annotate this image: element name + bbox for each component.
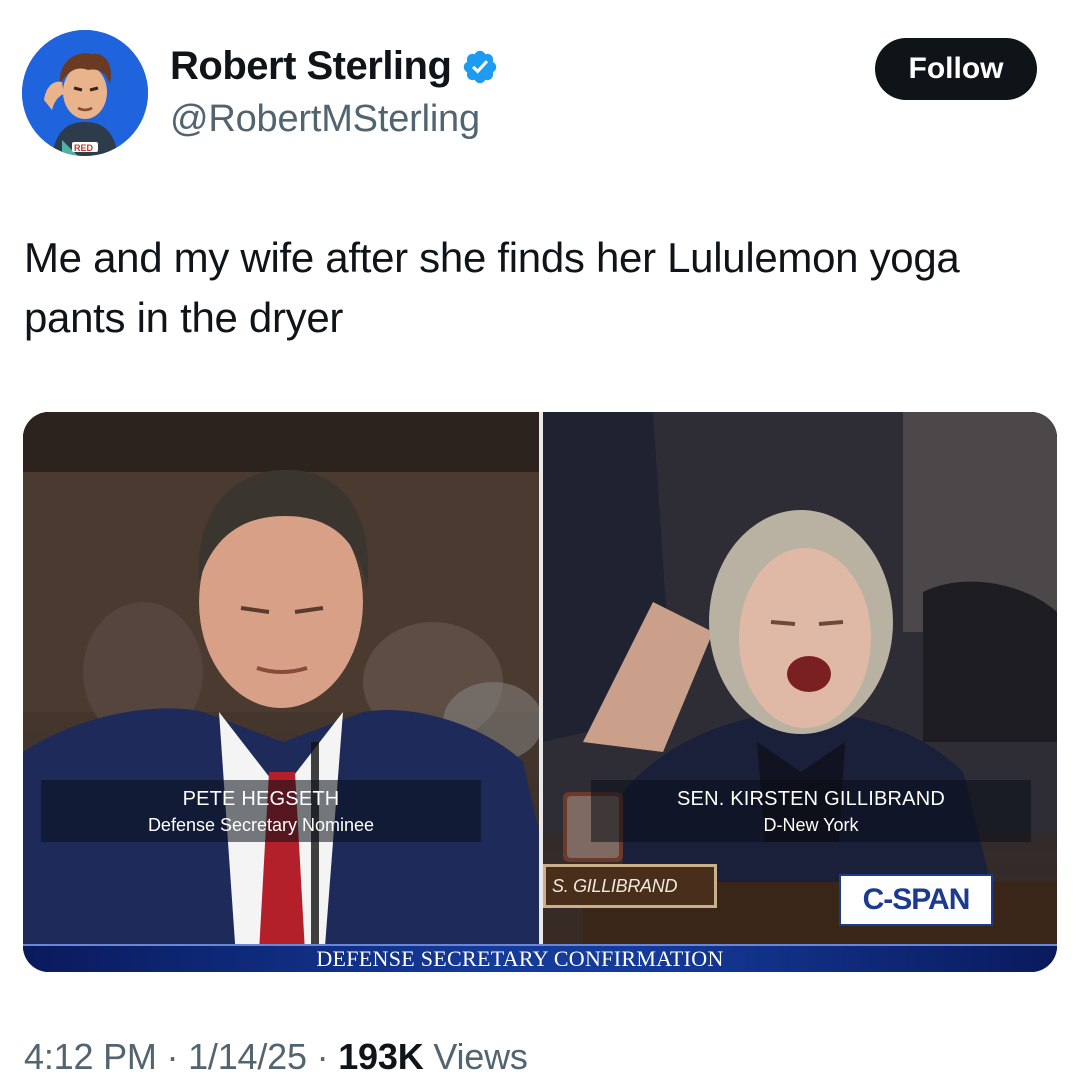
views-label: Views bbox=[433, 1036, 528, 1077]
meta-separator: · bbox=[316, 1036, 329, 1077]
author-display-name[interactable]: Robert Sterling bbox=[170, 44, 452, 89]
avatar-cartoon-portrait-icon: RED bbox=[22, 30, 148, 156]
author-name-row: Robert Sterling bbox=[170, 44, 499, 89]
media-right-panel: SEN. KIRSTEN GILLIBRAND D-New York S. GI… bbox=[543, 412, 1057, 972]
right-caption-name: SEN. KIRSTEN GILLIBRAND bbox=[677, 788, 945, 810]
network-logo-text: C-SPAN bbox=[862, 883, 971, 916]
left-caption: PETE HEGSETH Defense Secretary Nominee bbox=[41, 780, 481, 842]
tweet-text: Me and my wife after she finds her Lulul… bbox=[24, 234, 960, 341]
tweet-meta: 4:12 PM · 1/14/25 · 193K Views bbox=[24, 1036, 528, 1078]
author-handle[interactable]: @RobertMSterling bbox=[170, 98, 480, 141]
left-caption-name: PETE HEGSETH bbox=[182, 788, 340, 810]
cspan-logo: C-SPAN bbox=[839, 874, 993, 926]
meta-separator: · bbox=[166, 1036, 179, 1077]
author-avatar[interactable]: RED bbox=[22, 30, 148, 156]
hearing-scene-left-illustration bbox=[23, 412, 539, 972]
senator-nameplate: S. GILLIBRAND bbox=[543, 864, 717, 908]
right-caption: SEN. KIRSTEN GILLIBRAND D-New York bbox=[591, 780, 1031, 842]
verified-badge-icon bbox=[464, 50, 497, 83]
left-caption-title: Defense Secretary Nominee bbox=[147, 815, 375, 835]
nameplate-text: S. GILLIBRAND bbox=[552, 875, 678, 896]
tweet-date[interactable]: 1/14/25 bbox=[188, 1036, 307, 1077]
follow-button[interactable]: Follow bbox=[875, 38, 1037, 100]
right-caption-title: D-New York bbox=[763, 815, 859, 835]
confirmation-banner: DEFENSE SECRETARY CONFIRMATION bbox=[23, 944, 1057, 972]
tweet-media-image[interactable]: PETE HEGSETH Defense Secretary Nominee S… bbox=[23, 412, 1057, 972]
banner-text: DEFENSE SECRETARY CONFIRMATION bbox=[316, 946, 724, 971]
svg-text:RED: RED bbox=[74, 143, 94, 153]
media-left-panel: PETE HEGSETH Defense Secretary Nominee bbox=[23, 412, 539, 972]
tweet-time[interactable]: 4:12 PM bbox=[24, 1036, 157, 1077]
views-count[interactable]: 193K bbox=[338, 1036, 423, 1077]
